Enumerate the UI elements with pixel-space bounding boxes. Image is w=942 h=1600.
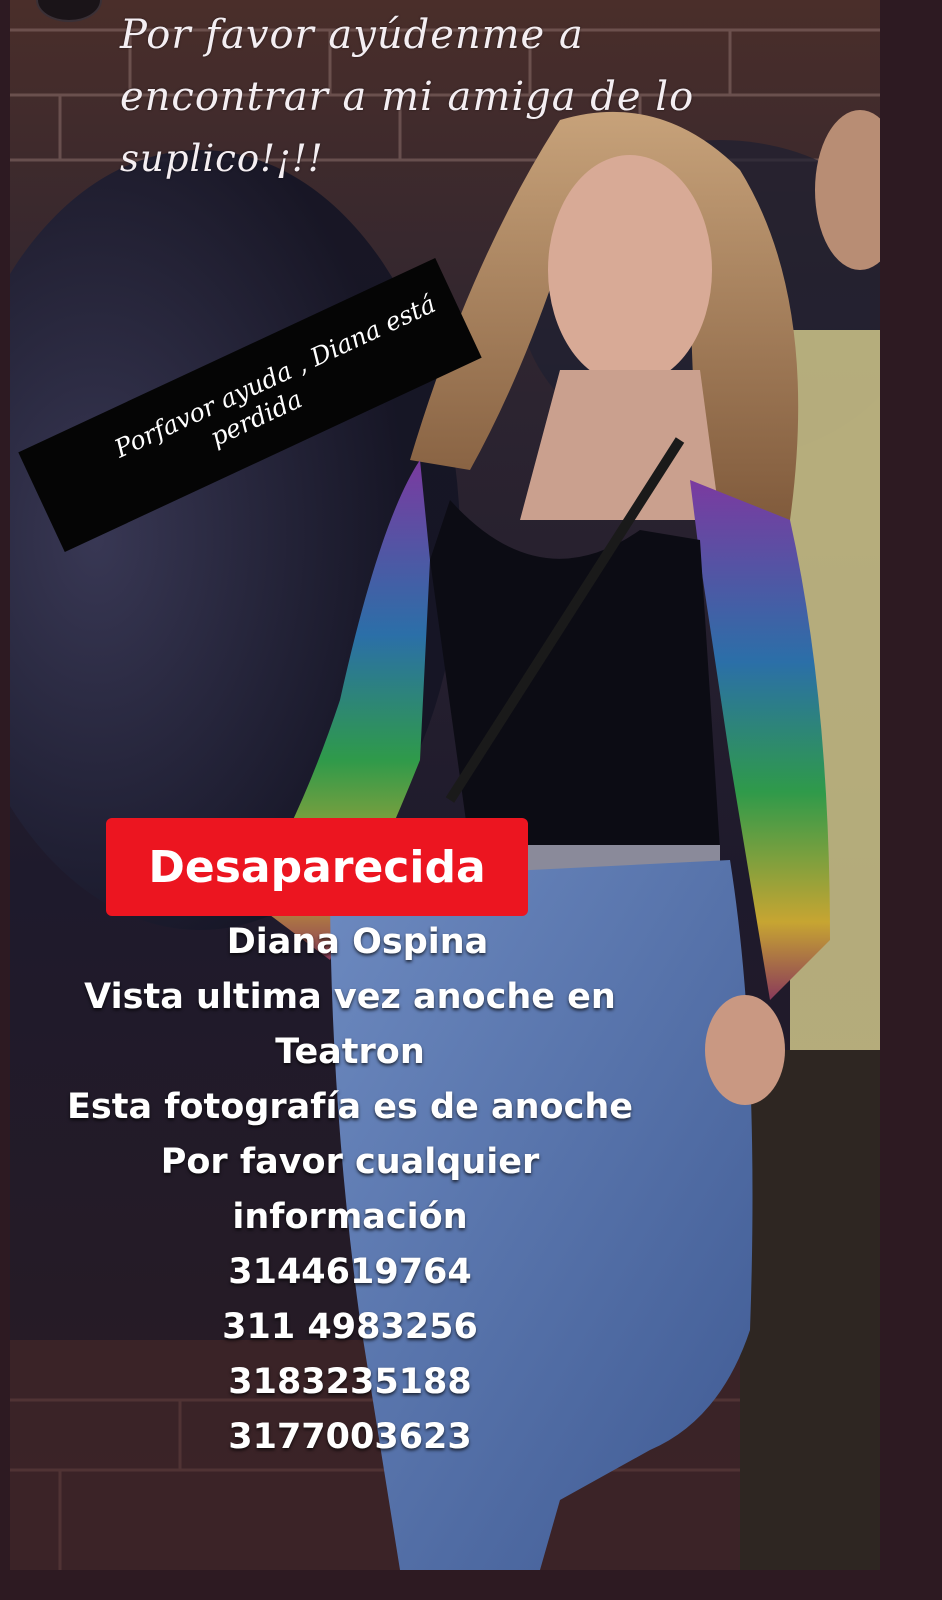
person-name: Diana Ospina	[226, 922, 489, 962]
caption-line: suplico!¡!!	[120, 137, 324, 180]
phone-number: 3144619764	[228, 1252, 472, 1292]
photo-note: Esta fotografía es de anoche	[67, 1087, 633, 1127]
request-line: información	[232, 1197, 468, 1237]
last-seen-line: Vista ultima vez anoche en	[84, 977, 616, 1017]
caption-line: Por favor ayúdenme a	[120, 12, 584, 58]
missing-info: Diana Ospina Vista ultima vez anoche en …	[0, 915, 700, 1465]
story-frame: Por favor ayúdenme a encontrar a mi amig…	[0, 0, 942, 1600]
request-line: Por favor cualquier	[160, 1142, 540, 1182]
caption-line: encontrar a mi amiga de lo	[120, 74, 695, 120]
last-seen-place: Teatron	[275, 1032, 425, 1072]
story-caption: Por favor ayúdenme a encontrar a mi amig…	[120, 4, 840, 190]
phone-number: 3177003623	[228, 1417, 472, 1457]
phone-number: 311 4983256	[222, 1307, 478, 1347]
missing-badge: Desaparecida	[106, 818, 528, 916]
phone-number: 3183235188	[228, 1362, 472, 1402]
